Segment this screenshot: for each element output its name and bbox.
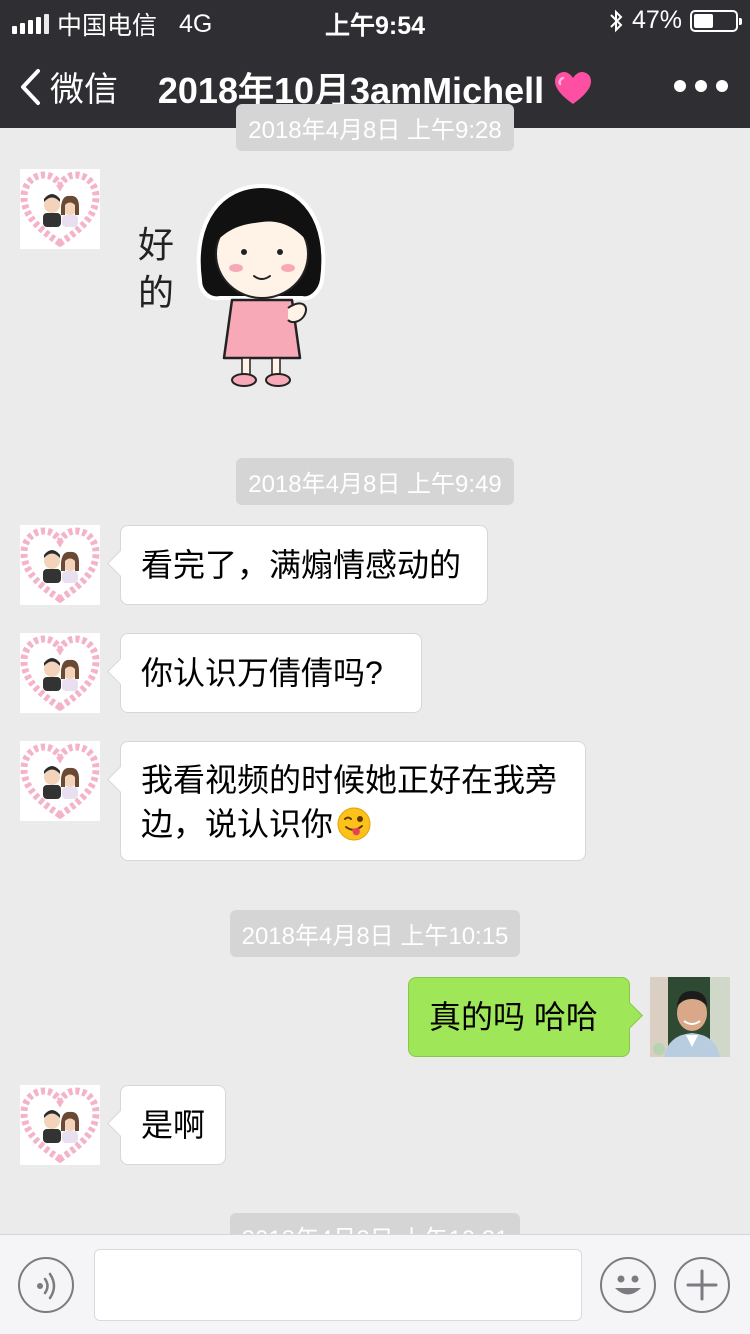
chat-screen: 中国电信 4G 上午9:54 47% 微信 2018年10月3amMichell xyxy=(0,0,750,1334)
couple-avatar-icon xyxy=(20,1085,100,1165)
winking-tongue-emoji xyxy=(337,807,371,841)
message-input[interactable] xyxy=(94,1249,582,1321)
message-text: 真的吗 哈哈 xyxy=(429,999,598,1035)
status-bar: 中国电信 4G 上午9:54 47% xyxy=(0,0,750,40)
message-text: 是啊 xyxy=(141,1107,206,1143)
couple-avatar-icon xyxy=(20,741,100,821)
message-bubble[interactable]: 是啊 xyxy=(120,1085,226,1165)
chevron-left-icon xyxy=(21,68,40,105)
couple-avatar-icon xyxy=(20,525,100,605)
message-bubble[interactable]: 你认识万倩倩吗? xyxy=(120,633,422,713)
plus-icon xyxy=(686,1269,718,1301)
voice-icon xyxy=(37,1272,56,1300)
message-text: 看完了，满煽情感动的 xyxy=(141,547,462,583)
contact-avatar[interactable] xyxy=(20,741,100,821)
message-bubble[interactable]: 看完了，满煽情感动的 xyxy=(120,525,488,605)
contact-avatar[interactable] xyxy=(20,525,100,605)
smiley-icon xyxy=(615,1275,641,1295)
message-text: 边，说认识你 xyxy=(141,806,334,842)
emoji-button[interactable] xyxy=(600,1257,656,1313)
couple-avatar-icon xyxy=(20,169,100,249)
self-avatar[interactable] xyxy=(650,977,730,1057)
pink-heart-icon xyxy=(555,72,592,104)
more-icon xyxy=(674,80,686,92)
man-portrait-avatar-icon xyxy=(650,977,730,1057)
battery-percent: 47% xyxy=(631,6,682,34)
input-bar xyxy=(0,1234,750,1334)
timestamp: 2018年4月8日 上午10:15 xyxy=(0,910,750,957)
contact-avatar[interactable] xyxy=(20,633,100,713)
timestamp: 2018年4月8日 上午9:28 xyxy=(0,104,750,151)
message-text: 你认识万倩倩吗? xyxy=(141,655,383,691)
voice-button[interactable] xyxy=(18,1257,74,1313)
message-bubble-self[interactable]: 真的吗 哈哈 xyxy=(408,977,630,1057)
bluetooth-icon xyxy=(610,9,623,32)
contact-avatar[interactable] xyxy=(20,1085,100,1165)
message-bubble[interactable]: 我看视频的时候她正好在我旁 边，说认识你 xyxy=(120,741,586,861)
sticker-image[interactable]: 好 的 xyxy=(130,180,340,400)
battery-icon xyxy=(690,9,742,32)
plus-button[interactable] xyxy=(674,1257,730,1313)
contact-avatar[interactable] xyxy=(20,169,100,249)
more-button[interactable] xyxy=(674,80,728,92)
girl-sticker-icon xyxy=(196,183,326,387)
message-text: 我看视频的时候她正好在我旁 xyxy=(141,762,558,798)
sticker-text: 的 xyxy=(138,273,175,314)
timestamp: 2018年4月8日 上午9:49 xyxy=(0,458,750,505)
couple-avatar-icon xyxy=(20,633,100,713)
battery-level xyxy=(694,13,713,28)
sticker-text: 好 xyxy=(138,225,175,266)
